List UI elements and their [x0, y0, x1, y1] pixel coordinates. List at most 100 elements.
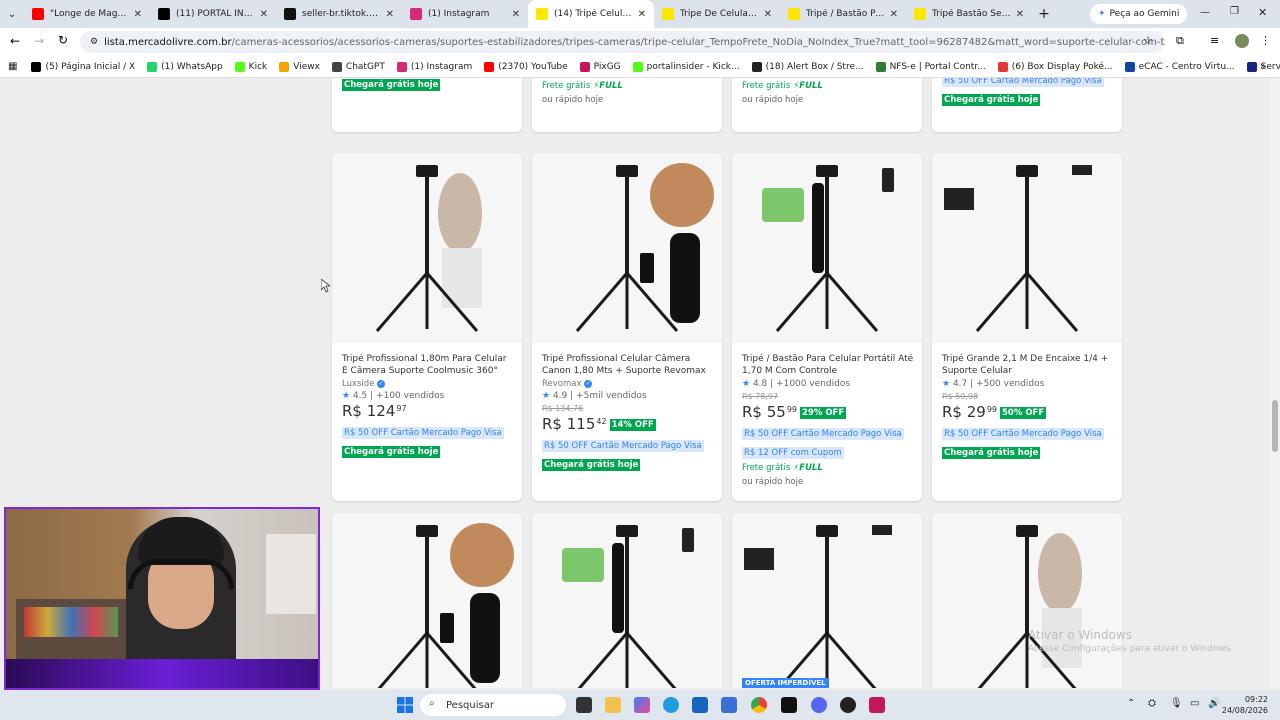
bookmark-item[interactable]: (5) Página Inicial / X: [31, 61, 135, 72]
product-title[interactable]: Tripé / Bastão Para Celular Portátil Até…: [742, 353, 914, 377]
bookmark-item[interactable]: portalinsider - Kick...: [632, 61, 740, 72]
close-window-icon[interactable]: ✕: [1258, 6, 1267, 19]
chrome-icon[interactable]: [751, 697, 767, 713]
forward-icon[interactable]: →: [34, 34, 44, 48]
product-card-partial[interactable]: R$ 50 OFF Cartão Mercado Pago VisaFrete …: [732, 78, 922, 132]
windows-start-icon[interactable]: [397, 697, 413, 713]
gemini-button[interactable]: ✦ Peça ao Gemini: [1090, 4, 1188, 24]
close-tab-icon[interactable]: ✕: [1016, 9, 1024, 20]
display-icon[interactable]: ▭: [1190, 698, 1199, 709]
bookmark-item[interactable]: (18) Alert Box / Stre...: [751, 61, 864, 72]
product-card-partial[interactable]: OFERTA IMPERDÍVEL: [732, 513, 922, 688]
close-tab-icon[interactable]: ✕: [134, 9, 142, 20]
bookmark-item[interactable]: (1) WhatsApp: [147, 61, 223, 72]
seller-name[interactable]: Revomax ✓: [542, 379, 714, 389]
file-explorer-icon[interactable]: [605, 697, 621, 713]
product-image[interactable]: [532, 153, 722, 343]
seller-name[interactable]: Luxside ✓: [342, 379, 514, 389]
volume-icon[interactable]: 🔊: [1208, 698, 1220, 709]
profile-avatar[interactable]: [1235, 34, 1249, 48]
back-icon[interactable]: ←: [10, 34, 20, 48]
product-card[interactable]: Tripé Profissional Celular Câmera Canon …: [532, 153, 722, 501]
snipping-tool-icon[interactable]: [869, 697, 885, 713]
tab-2[interactable]: seller-br.tiktok.com/ii ✕: [276, 0, 402, 28]
media-icon[interactable]: ≡: [1210, 34, 1219, 47]
tab-3[interactable]: (1) Instagram ✕: [402, 0, 528, 28]
bookmark-item[interactable]: (2370) YouTube: [484, 61, 568, 72]
scrollbar-thumb[interactable]: [1272, 400, 1278, 452]
taskbar-search[interactable]: ⌕ Pesquisar: [420, 694, 566, 716]
product-card-partial[interactable]: [932, 513, 1122, 688]
instagram-icon: [396, 61, 407, 72]
product-card-partial[interactable]: R$ 50 OFF Cartão Mercado Pago VisaFrete …: [532, 78, 722, 132]
discord-icon[interactable]: [811, 697, 827, 713]
close-tab-icon[interactable]: ✕: [890, 9, 898, 20]
new-tab-icon[interactable]: +: [1032, 6, 1056, 22]
tab-5[interactable]: Tripe De Celular E Bas ✕: [654, 0, 780, 28]
mercadolivre-icon: [914, 8, 926, 20]
product-card-partial[interactable]: [332, 513, 522, 688]
product-image[interactable]: [932, 513, 1122, 688]
bookmark-item[interactable]: Kick: [234, 61, 267, 72]
bookmark-item[interactable]: PixGG: [579, 61, 621, 72]
mail-icon[interactable]: [721, 697, 737, 713]
bookmark-item[interactable]: (6) Box Display Poké...: [997, 61, 1113, 72]
close-tab-icon[interactable]: ✕: [764, 9, 772, 20]
store-icon[interactable]: [692, 697, 708, 713]
tiktok-icon: [284, 8, 296, 20]
task-view-icon[interactable]: [576, 697, 592, 713]
maximize-icon[interactable]: ❐: [1230, 6, 1239, 17]
close-tab-icon[interactable]: ✕: [260, 9, 268, 20]
menu-icon[interactable]: ⋮: [1260, 34, 1271, 47]
product-image[interactable]: [932, 153, 1122, 343]
product-card-partial[interactable]: [532, 513, 722, 688]
reload-icon[interactable]: ↻: [58, 33, 68, 47]
close-tab-icon[interactable]: ✕: [386, 9, 394, 20]
more-bookmarks-icon[interactable]: »: [1260, 61, 1266, 72]
bookmark-star-icon[interactable]: ☆: [1143, 34, 1153, 47]
obs-icon[interactable]: [840, 697, 856, 713]
bookmark-item[interactable]: NFS-e | Portal Contr...: [875, 61, 986, 72]
extensions-icon[interactable]: ⧉: [1176, 34, 1184, 48]
tab-4[interactable]: (14) Tripé Celular | Me ✕: [528, 0, 654, 28]
bookmark-item[interactable]: ChatGPT: [331, 61, 385, 72]
product-card[interactable]: Tripé / Bastão Para Celular Portátil Até…: [732, 153, 922, 501]
bookmark-item[interactable]: (1) Instagram: [396, 61, 472, 72]
site-info-icon[interactable]: ⚙: [90, 37, 98, 47]
close-tab-icon[interactable]: ✕: [512, 9, 520, 20]
edge-icon[interactable]: [663, 697, 679, 713]
network-icon[interactable]: ⛭: [1148, 698, 1156, 709]
tab-7[interactable]: Tripé Bastão Selfie Pa ✕: [906, 0, 1032, 28]
minimize-icon[interactable]: —: [1200, 7, 1210, 18]
tray-chevron-icon[interactable]: ⌃: [1127, 698, 1135, 709]
microphone-icon[interactable]: 🎙: [1170, 698, 1183, 709]
close-tab-icon[interactable]: ✕: [638, 9, 646, 20]
product-card-partial[interactable]: R$ 50 OFF Cartão Mercado Pago Visa Chegar…: [932, 78, 1122, 132]
taskbar-clock[interactable]: 09:22 24/08/2026: [1222, 694, 1268, 716]
product-image[interactable]: [332, 513, 522, 688]
tab-6[interactable]: Tripé / Bastão Para Ce ✕: [780, 0, 906, 28]
product-image[interactable]: [532, 513, 722, 688]
bookmark-item[interactable]: eCAC - Centro Virtu...: [1124, 61, 1235, 72]
tab-search-icon[interactable]: ⌄: [0, 9, 24, 20]
tab-1[interactable]: (11) PORTAL INSIDER ✕: [150, 0, 276, 28]
product-title[interactable]: Tripé Profissional 1,80m Para Celular E …: [342, 353, 514, 377]
product-card[interactable]: Tripé Profissional 1,80m Para Celular E …: [332, 153, 522, 501]
product-image[interactable]: [732, 513, 922, 688]
tab-0[interactable]: "Longe de Magnata" ✕: [24, 0, 150, 28]
product-title[interactable]: Tripé Grande 2,1 M De Encaixe 1/4 + Supo…: [942, 353, 1114, 377]
product-image[interactable]: [332, 153, 522, 343]
apps-icon[interactable]: ▦: [8, 61, 17, 72]
product-card[interactable]: Tripé Grande 2,1 M De Encaixe 1/4 + Supo…: [932, 153, 1122, 501]
copilot-icon[interactable]: [634, 697, 650, 713]
bookmark-item[interactable]: Viewx: [279, 61, 320, 72]
free-shipping-badge: Chegará grátis hoje: [342, 79, 441, 91]
capcut-icon[interactable]: [781, 697, 797, 713]
url-host: lista.mercadolivre.com.br: [104, 36, 232, 48]
webcam-overlay: [4, 507, 320, 690]
address-bar[interactable]: ⚙ lista.mercadolivre.com.br/cameras-aces…: [80, 31, 1165, 53]
page-scrollbar[interactable]: [1270, 78, 1280, 688]
product-title[interactable]: Tripé Profissional Celular Câmera Canon …: [542, 353, 714, 377]
product-card-partial[interactable]: Chegará grátis hoje: [332, 78, 522, 132]
product-image[interactable]: [732, 153, 922, 343]
